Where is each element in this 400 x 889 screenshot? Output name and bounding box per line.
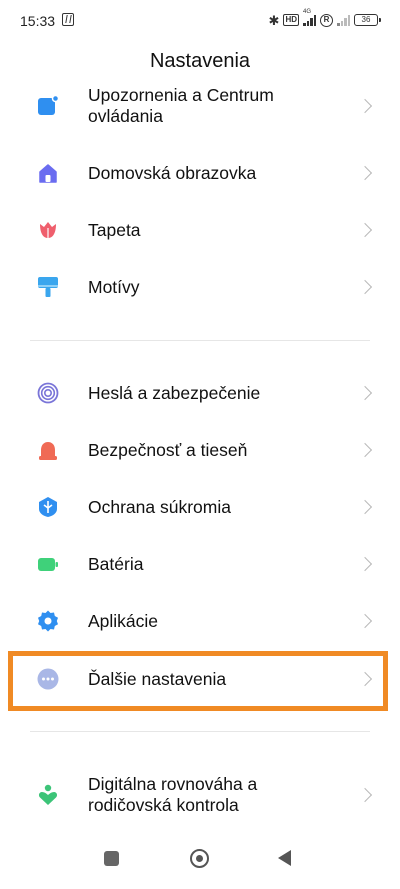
settings-item-label: Ochrana súkromia — [88, 496, 231, 517]
apps-gear-icon — [38, 610, 58, 632]
recents-button[interactable] — [104, 851, 119, 866]
wallpaper-icon — [40, 222, 56, 238]
chevron-right-icon — [357, 442, 373, 458]
settings-item-label: Bezpečnosť a tieseň — [88, 439, 248, 460]
signal-icon: 4G — [303, 9, 316, 26]
volte-icon: HD — [283, 14, 299, 26]
highlight-box — [8, 651, 388, 711]
chevron-right-icon — [357, 613, 373, 629]
page-title: Nastavenia — [149, 50, 251, 72]
notifications-icon — [38, 95, 59, 115]
network-type-label: 4G — [303, 9, 312, 15]
chevron-right-icon — [357, 165, 373, 181]
settings-item-battery[interactable]: Batéria — [0, 536, 400, 592]
themes-icon — [38, 277, 58, 297]
settings-item-label: Batéria — [88, 553, 144, 574]
status-icons: ✱ HD 4G R 36 — [268, 9, 381, 29]
section-divider — [30, 731, 370, 732]
bluetooth-icon: ✱ — [268, 12, 280, 28]
privacy-shield-icon — [39, 497, 57, 517]
home-button[interactable] — [190, 849, 209, 868]
settings-item-wallpaper[interactable]: Tapeta — [0, 202, 400, 258]
settings-item-digital-wellbeing[interactable]: Digitálna rovnováha a rodičovská kontrol… — [0, 767, 400, 823]
settings-item-label: Heslá a zabezpečenie — [88, 382, 261, 403]
settings-item-privacy[interactable]: Ochrana súkromia — [0, 479, 400, 535]
settings-item-themes[interactable]: Motívy — [0, 259, 400, 315]
battery-icon — [38, 558, 58, 571]
section-divider — [30, 340, 370, 341]
chevron-right-icon — [357, 787, 373, 803]
settings-item-safety-emergency[interactable]: Bezpečnosť a tieseň — [0, 422, 400, 478]
navigation-bar — [0, 839, 400, 889]
settings-item-label: Tapeta — [88, 219, 141, 240]
chevron-right-icon — [357, 98, 373, 114]
chevron-right-icon — [357, 499, 373, 515]
fingerprint-icon — [37, 382, 59, 404]
back-button[interactable] — [278, 850, 291, 866]
settings-item-label: Digitálna rovnováha a rodičovská kontrol… — [88, 774, 258, 815]
settings-item-label: Domovská obrazovka — [88, 162, 257, 183]
signal-icon-secondary — [337, 14, 350, 26]
settings-item-label: Upozornenia a Centrum ovládania — [88, 85, 274, 126]
home-icon — [39, 164, 57, 183]
settings-item-home-screen[interactable]: Domovská obrazovka — [0, 145, 400, 201]
settings-item-notifications[interactable]: Upozornenia a Centrum ovládania — [0, 78, 400, 134]
roaming-icon: R — [320, 13, 333, 27]
settings-item-apps[interactable]: Aplikácie — [0, 593, 400, 649]
chevron-right-icon — [357, 222, 373, 238]
status-time: 15:33 — [20, 13, 56, 29]
chevron-right-icon — [357, 279, 373, 295]
wellbeing-icon — [38, 784, 58, 805]
nfc-icon — [62, 13, 74, 26]
emergency-siren-icon — [39, 442, 57, 460]
chevron-right-icon — [357, 385, 373, 401]
settings-item-label: Aplikácie — [88, 610, 159, 631]
chevron-right-icon — [357, 556, 373, 572]
settings-item-passwords-security[interactable]: Heslá a zabezpečenie — [0, 365, 400, 421]
battery-status-icon: 36 — [354, 14, 381, 26]
status-bar: 15:33 ✱ HD 4G R 36 — [0, 0, 400, 40]
settings-item-label: Motívy — [88, 276, 140, 297]
